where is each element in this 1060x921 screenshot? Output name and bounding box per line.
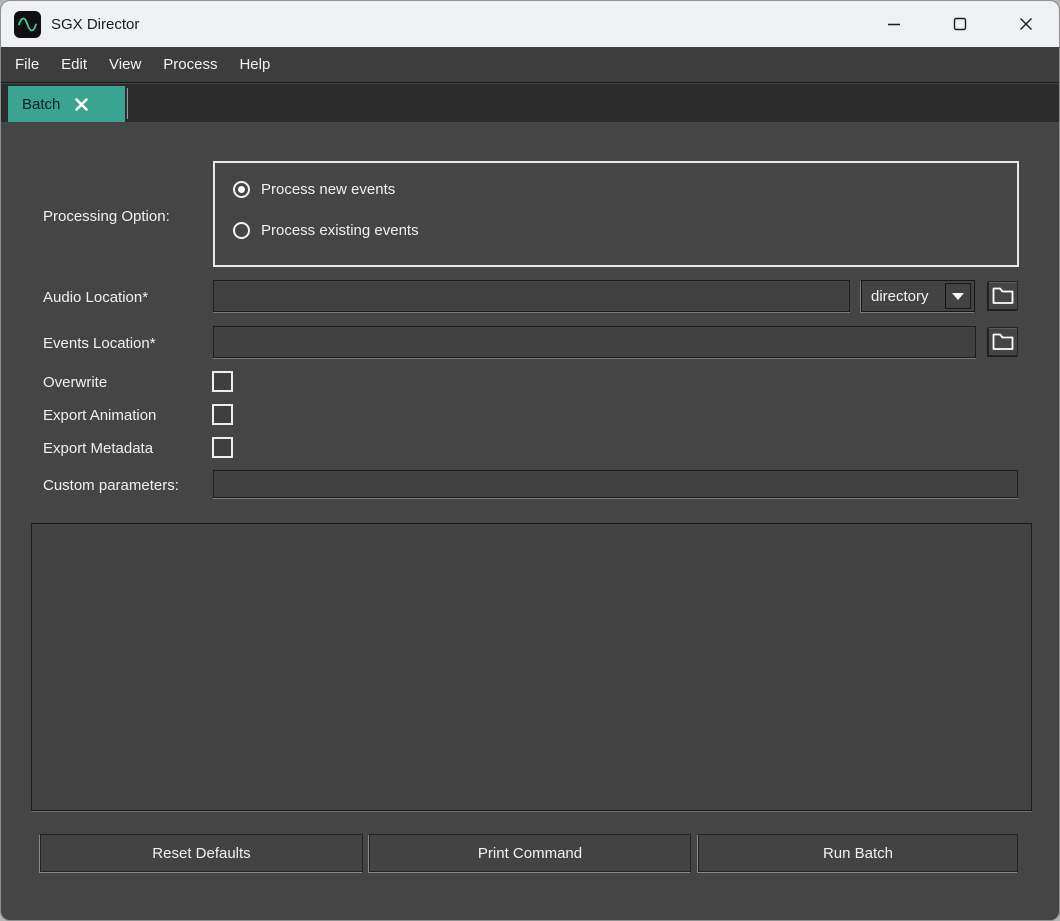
menu-view[interactable]: View (98, 47, 152, 83)
menu-help[interactable]: Help (228, 47, 281, 83)
tab-close-icon (74, 97, 89, 112)
export-animation-checkbox[interactable] (212, 404, 233, 425)
minimize-button[interactable] (861, 1, 927, 47)
tab-bar: Batch (1, 84, 1059, 122)
menu-process[interactable]: Process (152, 47, 228, 83)
maximize-button[interactable] (927, 1, 993, 47)
overwrite-checkbox[interactable] (212, 371, 233, 392)
menu-bar: File Edit View Process Help (1, 47, 1059, 83)
custom-parameters-input[interactable] (213, 470, 1018, 498)
window-title: SGX Director (51, 16, 139, 33)
minimize-icon (886, 16, 902, 32)
menu-file[interactable]: File (4, 47, 50, 83)
dropdown-arrow-button[interactable] (945, 283, 971, 309)
processing-option-group: Process new events Process existing even… (213, 161, 1019, 267)
overwrite-label: Overwrite (43, 374, 107, 391)
audio-location-input[interactable] (213, 280, 850, 312)
tab-close-button[interactable] (74, 97, 89, 112)
audio-location-mode-select[interactable]: directory (861, 280, 975, 312)
tab-batch-label: Batch (22, 96, 60, 113)
custom-parameters-label: Custom parameters: (43, 477, 179, 494)
reset-defaults-button[interactable]: Reset Defaults (40, 834, 363, 872)
run-batch-button[interactable]: Run Batch (698, 834, 1018, 872)
close-icon (1018, 16, 1034, 32)
folder-icon (992, 286, 1014, 305)
audio-location-label: Audio Location* (43, 289, 148, 306)
folder-icon (992, 332, 1014, 351)
radio-process-existing-events[interactable]: Process existing events (233, 222, 419, 239)
radio-button-icon (233, 181, 250, 198)
radio-button-icon (233, 222, 250, 239)
events-location-browse-button[interactable] (988, 327, 1018, 356)
chevron-down-icon (952, 293, 964, 300)
app-window: SGX Director File Edit View (0, 0, 1060, 921)
menu-edit[interactable]: Edit (50, 47, 98, 83)
tab-separator (127, 88, 128, 119)
app-logo-icon (14, 11, 41, 38)
audio-location-browse-button[interactable] (988, 281, 1018, 310)
events-location-input[interactable] (213, 326, 976, 358)
print-command-button[interactable]: Print Command (369, 834, 691, 872)
radio-process-existing-events-label: Process existing events (261, 222, 419, 239)
radio-process-new-events[interactable]: Process new events (233, 181, 395, 198)
export-animation-label: Export Animation (43, 407, 156, 424)
events-location-label: Events Location* (43, 335, 156, 352)
close-button[interactable] (993, 1, 1059, 47)
export-metadata-label: Export Metadata (43, 440, 153, 457)
tab-batch[interactable]: Batch (8, 86, 125, 122)
output-log[interactable] (31, 523, 1032, 811)
audio-location-mode-value: directory (862, 288, 945, 305)
radio-process-new-events-label: Process new events (261, 181, 395, 198)
title-bar: SGX Director (1, 1, 1059, 47)
processing-option-label: Processing Option: (43, 208, 170, 225)
export-metadata-checkbox[interactable] (212, 437, 233, 458)
maximize-icon (952, 16, 968, 32)
sine-wave-icon (17, 14, 38, 35)
window-controls (861, 1, 1059, 47)
